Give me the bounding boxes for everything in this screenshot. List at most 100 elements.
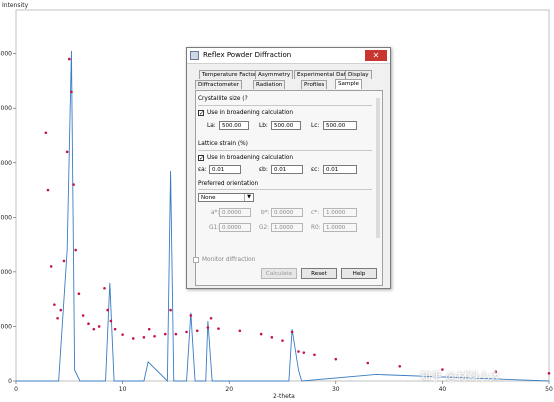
y-tick-label: 6000 bbox=[0, 51, 12, 58]
series-point bbox=[334, 357, 338, 361]
reset-button[interactable]: Reset bbox=[301, 268, 337, 279]
y-tick-label: 3000 bbox=[0, 214, 12, 221]
close-button[interactable]: ✕ bbox=[365, 50, 387, 61]
la-input[interactable]: 500.00 bbox=[219, 121, 249, 130]
c-star-input: 1.0000 bbox=[323, 208, 357, 217]
r0-input: 1.0000 bbox=[323, 223, 357, 232]
r0-label: R0: bbox=[311, 225, 321, 231]
series-point bbox=[103, 286, 106, 290]
tab-display[interactable]: Display bbox=[345, 70, 372, 79]
series-point bbox=[302, 351, 306, 354]
c-star-label: c*: bbox=[311, 210, 320, 216]
y-axis-label: Intensity bbox=[2, 2, 29, 9]
g2-input: 1.0000 bbox=[271, 223, 303, 232]
series-point bbox=[281, 339, 284, 342]
series-point bbox=[147, 327, 151, 331]
x-tick-label: 40 bbox=[439, 386, 447, 393]
y-tick-label: 0 bbox=[8, 378, 12, 385]
series-point bbox=[68, 57, 71, 61]
series-point bbox=[174, 332, 178, 336]
series-point bbox=[313, 353, 316, 357]
chevron-down-icon: ▼ bbox=[244, 194, 253, 201]
series-point bbox=[46, 188, 50, 192]
series-point bbox=[56, 316, 59, 320]
series-point bbox=[74, 248, 77, 252]
eb-input[interactable]: 0.01 bbox=[271, 165, 303, 174]
series-point bbox=[217, 327, 220, 330]
b-star-label: b*: bbox=[261, 210, 270, 216]
series-point bbox=[259, 332, 263, 336]
x-tick-label: 10 bbox=[119, 386, 127, 393]
series-point bbox=[87, 322, 90, 326]
lc-input[interactable]: 500.00 bbox=[323, 121, 357, 130]
series-point bbox=[53, 303, 56, 306]
help-button[interactable]: Help bbox=[341, 268, 377, 279]
panel-scrollbar[interactable] bbox=[376, 98, 380, 238]
series-point bbox=[59, 308, 63, 312]
tab-temperature-factors[interactable]: Temperature Factors bbox=[199, 70, 263, 79]
series-point bbox=[49, 265, 53, 268]
g1-label: G1: bbox=[209, 225, 220, 231]
ec-input[interactable]: 0.01 bbox=[323, 165, 357, 174]
lb-input[interactable]: 500.00 bbox=[271, 121, 301, 130]
series-point bbox=[113, 327, 117, 331]
lattice-strain-heading: Lattice strain (%) bbox=[198, 141, 248, 147]
series-point bbox=[72, 183, 75, 186]
series-point bbox=[44, 131, 48, 135]
la-label: La: bbox=[207, 123, 216, 129]
preferred-orientation-heading: Preferred orientation bbox=[198, 181, 259, 187]
app-icon bbox=[190, 51, 199, 60]
series-point bbox=[121, 333, 124, 336]
series-point bbox=[206, 326, 210, 329]
series-point bbox=[163, 332, 167, 336]
y-tick-label: 5000 bbox=[0, 105, 12, 112]
g1-input: 0.0000 bbox=[219, 223, 251, 232]
y-tick-label: 4000 bbox=[0, 160, 12, 167]
divider bbox=[198, 105, 372, 106]
a-star-input: 0.0000 bbox=[219, 208, 251, 217]
series-point bbox=[238, 329, 242, 333]
strain-broadening-checkbox[interactable]: ✓ bbox=[198, 155, 204, 162]
series-point bbox=[209, 316, 213, 320]
dialog-title: Reflex Powder Diffraction bbox=[203, 51, 292, 59]
tab-diffractometer[interactable]: Diffractometer bbox=[195, 80, 242, 89]
series-point bbox=[131, 337, 135, 340]
crystallite-broadening-checkbox[interactable]: ✓ bbox=[198, 110, 204, 117]
tab-profiles[interactable]: Profiles bbox=[301, 80, 328, 89]
tab-asymmetry[interactable]: Asymmetry bbox=[255, 70, 294, 79]
tab-experimental-data[interactable]: Experimental Data bbox=[294, 70, 353, 79]
y-tick-label: 2000 bbox=[0, 269, 12, 276]
b-star-input: 0.0000 bbox=[271, 208, 303, 217]
ec-label: εc: bbox=[311, 167, 320, 173]
series-point bbox=[77, 292, 81, 296]
series-point bbox=[106, 308, 109, 312]
divider bbox=[198, 150, 372, 151]
orientation-select-value: None bbox=[201, 195, 216, 201]
series-point bbox=[62, 259, 66, 263]
series-point bbox=[398, 364, 402, 368]
orientation-select[interactable]: None ▼ bbox=[198, 193, 254, 202]
strain-broadening-label: Use in broadening calculation bbox=[207, 155, 294, 161]
series-point bbox=[109, 319, 113, 323]
x-tick-label: 20 bbox=[225, 386, 233, 393]
calculate-button[interactable]: Calculate bbox=[261, 268, 297, 279]
series-point bbox=[169, 308, 172, 312]
divider bbox=[198, 189, 372, 190]
series-point bbox=[70, 90, 73, 94]
series-point bbox=[92, 327, 96, 331]
lb-label: Lb: bbox=[259, 123, 268, 129]
dialog-title-bar[interactable]: Reflex Powder Diffraction ✕ bbox=[187, 48, 390, 64]
ea-label: εa: bbox=[198, 167, 207, 173]
x-tick-label: 0 bbox=[14, 386, 18, 393]
monitor-diffraction-checkbox[interactable] bbox=[193, 257, 199, 263]
series-point bbox=[195, 329, 199, 333]
g2-label: G2: bbox=[259, 225, 270, 231]
tab-radiation[interactable]: Radiation bbox=[253, 80, 286, 89]
ea-input[interactable]: 0.01 bbox=[209, 165, 241, 174]
x-tick-label: 30 bbox=[332, 386, 340, 393]
crystallite-broadening-label: Use in broadening calculation bbox=[207, 110, 294, 116]
x-axis-label: 2-theta bbox=[273, 393, 295, 400]
tab-sample[interactable]: Sample bbox=[335, 79, 362, 89]
series-point bbox=[297, 350, 300, 353]
series-point bbox=[290, 330, 294, 334]
